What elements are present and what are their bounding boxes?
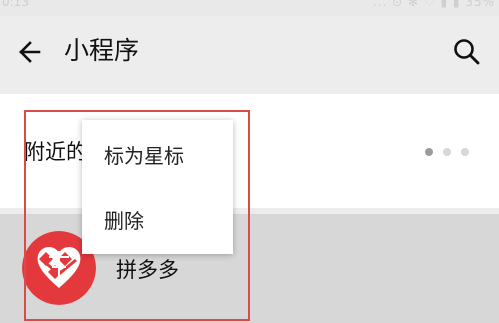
carousel-dots: [425, 148, 469, 156]
menu-item-delete-label: 删除: [104, 209, 144, 233]
header: 小程序: [0, 16, 499, 94]
carousel-dot: [443, 148, 451, 156]
back-arrow-icon[interactable]: [14, 37, 44, 67]
search-icon[interactable]: [451, 36, 483, 68]
nearby-label: 附近的: [24, 140, 87, 164]
status-icons: ... ⊙ ✻ ♡ ▮ ▮ 35%: [372, 0, 495, 9]
nearby-mini-programs-row[interactable]: 附近的: [0, 94, 499, 208]
mini-program-item[interactable]: 拼多多: [0, 214, 499, 323]
page-title: 小程序: [64, 36, 140, 65]
menu-item-star-label: 标为星标: [104, 144, 184, 168]
screen: 0:13 ... ⊙ ✻ ♡ ▮ ▮ 35% 小程序 附近的 拼多多 标为星标 …: [0, 0, 499, 323]
menu-item-star[interactable]: 标为星标: [82, 125, 233, 187]
carousel-dot-active: [425, 148, 433, 156]
app-name: 拼多多: [116, 258, 179, 282]
carousel-dot: [461, 148, 469, 156]
menu-item-delete[interactable]: 删除: [82, 190, 233, 252]
status-bar: 0:13 ... ⊙ ✻ ♡ ▮ ▮ 35%: [0, 0, 499, 16]
status-time: 0:13: [2, 0, 29, 9]
context-menu: 标为星标 删除: [82, 120, 233, 254]
